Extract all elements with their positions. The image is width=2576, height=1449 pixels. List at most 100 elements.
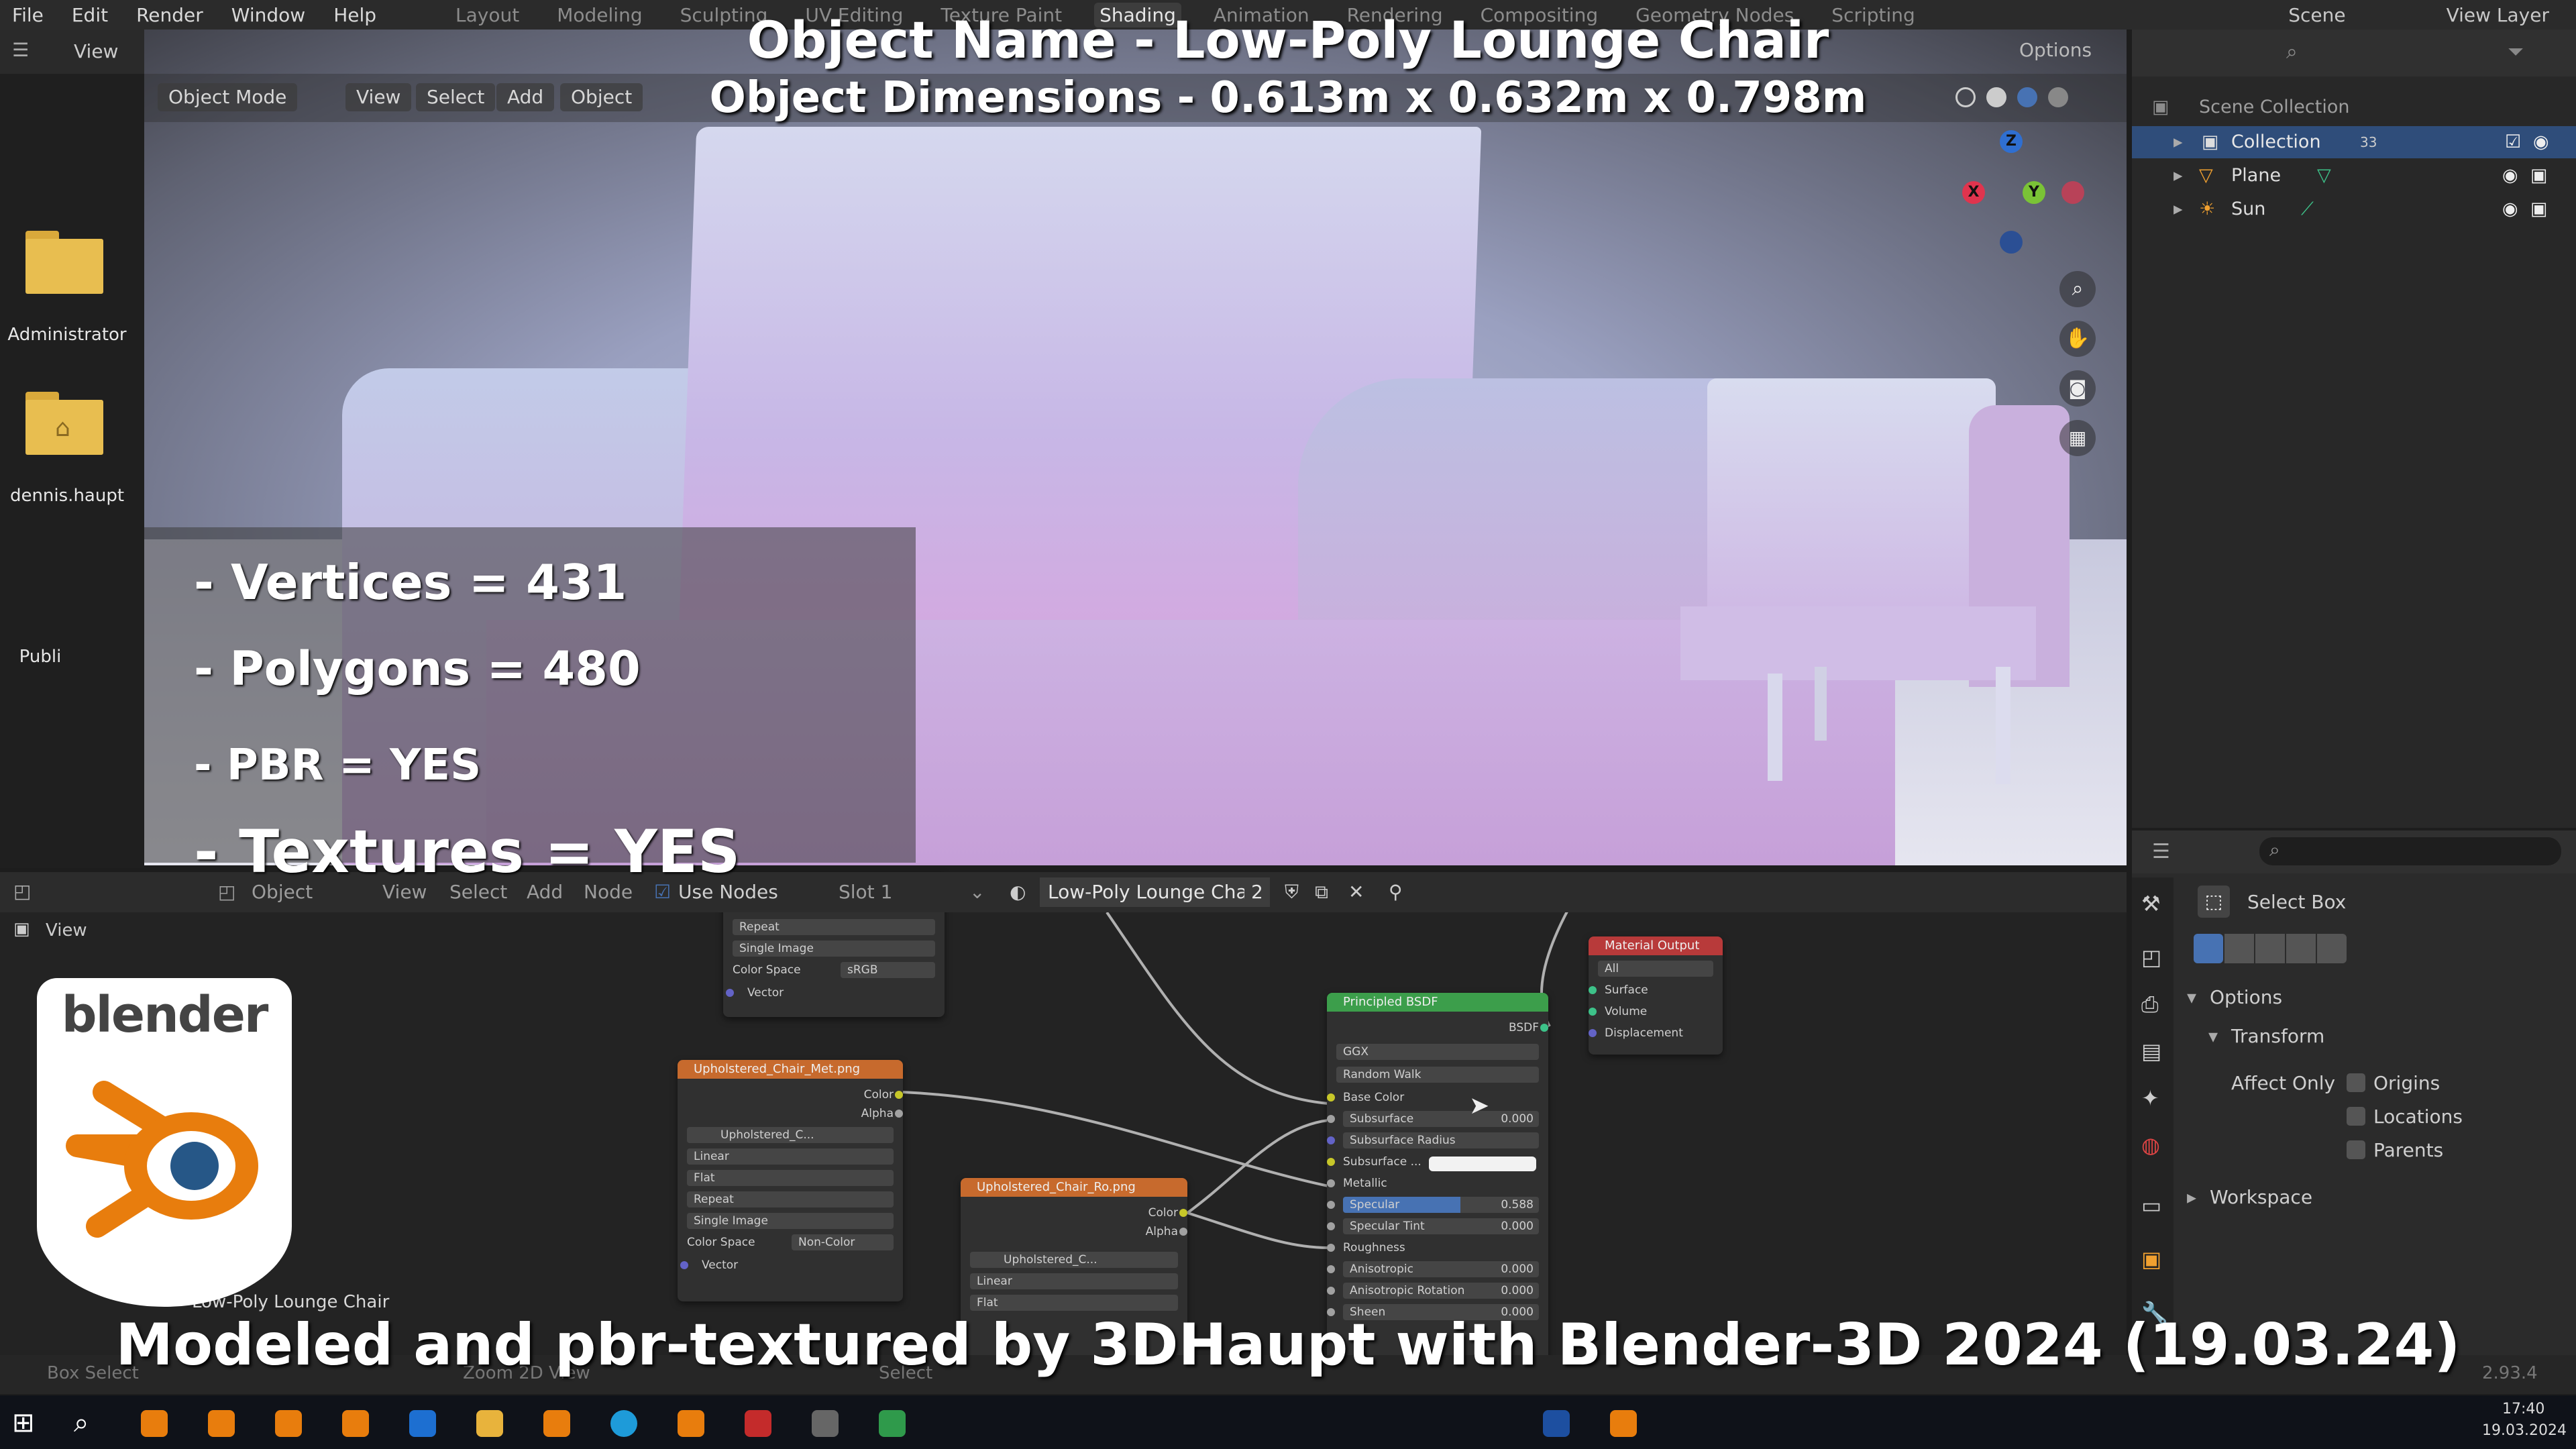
slot-dropdown[interactable]: Slot 1: [839, 872, 892, 912]
anisotropic-field[interactable]: Anisotropic 0.000: [1343, 1261, 1539, 1277]
color-output-socket[interactable]: [1179, 1209, 1187, 1217]
edge-browser-icon[interactable]: [610, 1410, 637, 1437]
app-icon[interactable]: [812, 1410, 839, 1437]
outliner-item-plane[interactable]: ▸ ▽ Plane ▽ ◉ ▣: [2132, 160, 2576, 192]
expand-arrow-icon[interactable]: ▸: [2174, 126, 2183, 158]
blender-taskbar-icon[interactable]: [275, 1410, 302, 1437]
surface-socket[interactable]: [1589, 986, 1597, 994]
subsurface-color-socket[interactable]: [1327, 1158, 1335, 1166]
interpolation-dropdown[interactable]: Linear: [970, 1273, 1178, 1289]
desktop-label-administrator[interactable]: Administrator: [0, 325, 134, 345]
file-explorer-icon[interactable]: [476, 1410, 503, 1437]
transform-subsection-header[interactable]: Transform: [2231, 1025, 2324, 1047]
navigation-gizmo[interactable]: Z X Y: [1962, 130, 2084, 254]
mode-extend-icon[interactable]: [2224, 934, 2254, 963]
options-section-header[interactable]: Options: [2210, 986, 2282, 1008]
pin-icon[interactable]: ⚲: [1389, 872, 1403, 912]
subsurface-radius-field[interactable]: Subsurface Radius: [1343, 1132, 1539, 1148]
skype-icon[interactable]: [1543, 1410, 1570, 1437]
image-selector[interactable]: Upholstered_C...: [970, 1252, 1178, 1268]
interpolation-dropdown[interactable]: Linear: [687, 1148, 894, 1165]
firefox-icon[interactable]: [678, 1410, 704, 1437]
specular-slider[interactable]: Specular 0.588: [1343, 1197, 1539, 1213]
material-output-node[interactable]: Material Output All Surface Volume Displ…: [1589, 936, 1723, 1055]
origins-checkbox[interactable]: [2347, 1073, 2365, 1092]
extension-dropdown[interactable]: Repeat: [687, 1191, 894, 1208]
outliner-item-collection[interactable]: ▸ ▣ Collection 33 ☑ ◉: [2132, 126, 2576, 158]
outlook-icon[interactable]: [409, 1410, 436, 1437]
blender-taskbar-icon[interactable]: [208, 1410, 235, 1437]
subsurface-field[interactable]: Subsurface 0.000: [1343, 1111, 1539, 1127]
collection-tab-icon[interactable]: ▭: [2141, 1193, 2161, 1218]
subsurface-method-dropdown[interactable]: Random Walk: [1336, 1067, 1539, 1083]
gizmo-neg-x[interactable]: [2061, 181, 2084, 204]
camera-render-icon[interactable]: ▣: [2530, 193, 2548, 225]
collapse-arrow-icon[interactable]: ▾: [2187, 986, 2196, 1008]
displacement-socket[interactable]: [1589, 1029, 1597, 1037]
scene-tab-icon[interactable]: ✦: [2141, 1085, 2159, 1111]
expand-arrow-icon[interactable]: ▸: [2174, 193, 2183, 225]
extension-dropdown[interactable]: Repeat: [733, 919, 935, 935]
camera-icon[interactable]: ◙: [2059, 370, 2096, 407]
vector-socket[interactable]: [680, 1261, 688, 1269]
subsurface-radius-socket[interactable]: [1327, 1136, 1335, 1144]
parents-checkbox[interactable]: [2347, 1140, 2365, 1159]
anisotropic-rotation-field[interactable]: Anisotropic Rotation 0.000: [1343, 1283, 1539, 1299]
grid-perspective-icon[interactable]: ▦: [2059, 420, 2096, 456]
source-dropdown[interactable]: Single Image: [687, 1213, 894, 1229]
alpha-output-socket[interactable]: [1179, 1228, 1187, 1236]
locations-checkbox[interactable]: [2347, 1107, 2365, 1126]
app-icon[interactable]: [745, 1410, 771, 1437]
camera-render-icon[interactable]: ▣: [2530, 160, 2548, 192]
tool-tab-icon[interactable]: ⚒: [2141, 891, 2161, 916]
mode-intersect-icon[interactable]: [2317, 934, 2347, 963]
image-selector[interactable]: Upholstered_C...: [687, 1127, 894, 1143]
image-texture-node-metallic[interactable]: Upholstered_Chair_Met.png Color Alpha Up…: [678, 1060, 903, 1301]
world-tab-icon[interactable]: ◍: [2141, 1132, 2160, 1158]
base-color-input[interactable]: Base Color: [1343, 1089, 1539, 1106]
mode-new-icon[interactable]: [2194, 934, 2223, 963]
color-output-socket[interactable]: [895, 1091, 903, 1099]
duplicate-material-icon[interactable]: ⧉: [1315, 872, 1328, 912]
color-space-dropdown[interactable]: sRGB: [841, 962, 935, 978]
color-space-dropdown[interactable]: Non-Color: [792, 1234, 894, 1250]
blender-taskbar-icon[interactable]: [1610, 1410, 1637, 1437]
projection-dropdown[interactable]: Flat: [687, 1170, 894, 1186]
view-layer-tab-icon[interactable]: ▤: [2141, 1038, 2161, 1064]
material-users-count[interactable]: 2: [1244, 877, 1270, 907]
home-folder-icon[interactable]: ⌂: [25, 392, 103, 455]
object-tab-icon[interactable]: ▣: [2141, 1246, 2161, 1272]
mode-invert-icon[interactable]: [2286, 934, 2316, 963]
eye-icon[interactable]: ◉: [2502, 160, 2518, 192]
specular-tint-socket[interactable]: [1327, 1222, 1335, 1230]
eye-icon[interactable]: ◉: [2502, 193, 2518, 225]
chevron-down-icon[interactable]: ⌄: [969, 872, 985, 912]
eye-icon[interactable]: ◉: [2533, 126, 2549, 158]
search-icon[interactable]: ⌕: [74, 1407, 89, 1438]
gizmo-z-axis[interactable]: Z: [2000, 130, 2023, 153]
workspace-section-header[interactable]: Workspace: [2210, 1186, 2312, 1208]
exclude-checkbox-icon[interactable]: ☑: [2505, 126, 2521, 158]
blender-taskbar-icon[interactable]: [342, 1410, 369, 1437]
clock-date[interactable]: 19.03.2024: [2482, 1422, 2567, 1439]
collapse-arrow-icon[interactable]: ▾: [2208, 1025, 2218, 1047]
specular-socket[interactable]: [1327, 1201, 1335, 1209]
vector-socket[interactable]: [726, 989, 734, 997]
anisotropic-rotation-socket[interactable]: [1327, 1287, 1335, 1295]
blender-taskbar-icon[interactable]: [543, 1410, 570, 1437]
mode-subtract-icon[interactable]: [2255, 934, 2285, 963]
specular-tint-field[interactable]: Specular Tint 0.000: [1343, 1218, 1539, 1234]
close-icon[interactable]: ✕: [1348, 872, 1364, 912]
target-dropdown[interactable]: All: [1598, 961, 1713, 977]
gizmo-neg-z[interactable]: [2000, 231, 2023, 254]
editor-type-icon[interactable]: ☰: [2152, 840, 2170, 863]
select-box-tool-icon[interactable]: ⬚: [2198, 885, 2230, 918]
subsurface-socket[interactable]: [1327, 1115, 1335, 1123]
alpha-output-socket[interactable]: [895, 1110, 903, 1118]
expand-arrow-icon[interactable]: ▸: [2187, 1186, 2196, 1208]
material-sphere-icon[interactable]: ◐: [1010, 872, 1026, 912]
desktop-label-public[interactable]: Publi: [0, 647, 107, 667]
outliner-item-sun[interactable]: ▸ ☀ Sun ⟋ ◉ ▣: [2132, 193, 2576, 225]
folder-icon[interactable]: [25, 231, 103, 294]
zoom-icon[interactable]: ⌕: [2059, 271, 2096, 307]
